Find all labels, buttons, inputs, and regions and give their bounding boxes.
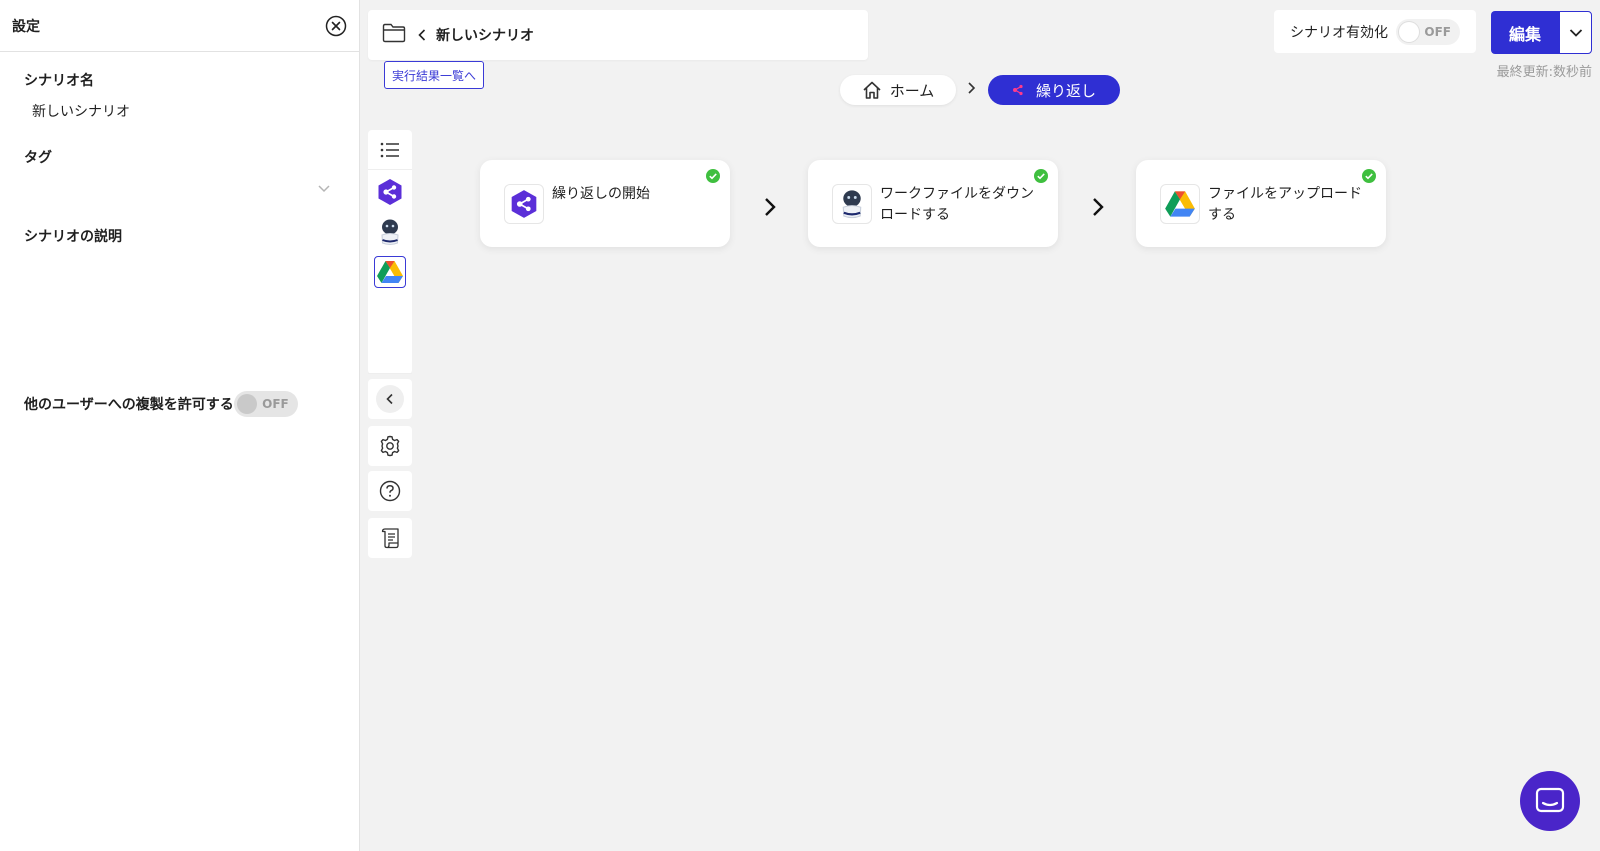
step-label: ワークファイルをダウンロードする	[880, 186, 1034, 223]
breadcrumb-home[interactable]: ホーム	[840, 75, 956, 105]
toggle-state-text: OFF	[1424, 24, 1451, 39]
check-circle-icon	[1362, 169, 1376, 183]
flow-arrow-icon	[762, 196, 778, 218]
list-icon	[380, 142, 399, 157]
scenario-name-field[interactable]: 新しいシナリオ	[32, 101, 130, 121]
list-view-button[interactable]	[368, 130, 412, 170]
help-icon	[379, 480, 401, 502]
folder-icon[interactable]	[382, 23, 406, 47]
scenario-title: 新しいシナリオ	[436, 28, 534, 44]
step-label: ファイルをアップロードする	[1208, 186, 1362, 223]
chat-icon	[1535, 787, 1565, 813]
settings-title: 設定	[12, 18, 40, 35]
scenario-title-bar: 新しいシナリオ	[368, 10, 868, 60]
breadcrumb-current-label: 繰り返し	[1035, 81, 1096, 100]
settings-header: 設定	[0, 0, 359, 52]
robot-icon	[381, 219, 399, 245]
flow-arrow-icon	[1090, 196, 1106, 218]
mini-step-google-drive[interactable]	[374, 256, 406, 288]
google-drive-icon	[1165, 191, 1195, 217]
breadcrumb-separator-icon	[966, 80, 978, 94]
mini-step-loop-start[interactable]	[374, 176, 406, 208]
loop-start-icon	[511, 190, 537, 218]
step-navigator	[368, 130, 412, 374]
breadcrumb-current-loop[interactable]: 繰り返し	[988, 75, 1120, 105]
toggle-state-text: OFF	[262, 397, 289, 411]
settings-panel: 設定 シナリオ名 新しいシナリオ タグ シナリオの説明 他のユーザーへの複製を許…	[0, 0, 360, 851]
allow-copy-row: 他のユーザーへの複製を許可する OFF	[24, 391, 298, 417]
last-updated-text: 最終更新:数秒前	[1496, 65, 1592, 80]
step-icon-box	[832, 184, 872, 224]
back-chevron-icon[interactable]	[418, 29, 426, 41]
chevron-left-icon	[376, 385, 404, 413]
step-icon-box	[504, 184, 544, 224]
collapse-panel-button[interactable]	[368, 379, 412, 419]
scenario-enable-label: シナリオ有効化	[1290, 24, 1388, 41]
loop-share-icon	[1012, 84, 1023, 96]
step-card-upload-file[interactable]: ファイルをアップロードする	[1136, 160, 1386, 247]
step-card-download-work-file[interactable]: ワークファイルをダウンロードする	[808, 160, 1058, 247]
check-circle-icon	[706, 169, 720, 183]
tag-dropdown-chevron-icon[interactable]	[316, 180, 332, 196]
step-label: 繰り返しの開始	[552, 186, 650, 202]
mini-step-robot[interactable]	[374, 216, 406, 248]
scenario-name-label: シナリオ名	[24, 73, 94, 89]
allow-copy-label: 他のユーザーへの複製を許可する	[24, 397, 234, 413]
toolbar-divider	[368, 373, 412, 374]
chat-support-button[interactable]	[1520, 771, 1580, 831]
toggle-knob	[236, 394, 257, 414]
home-icon	[863, 81, 881, 99]
scenario-enable-toggle[interactable]: OFF	[1396, 18, 1460, 45]
close-icon[interactable]	[325, 15, 347, 37]
step-card-loop-start[interactable]: 繰り返しの開始	[480, 160, 730, 247]
breadcrumb-home-label: ホーム	[889, 81, 935, 100]
google-drive-icon	[377, 261, 403, 283]
tag-label: タグ	[24, 150, 52, 166]
settings-button[interactable]	[368, 426, 412, 466]
results-list-link[interactable]: 実行結果一覧へ	[384, 61, 485, 89]
log-button[interactable]	[368, 518, 412, 558]
help-button[interactable]	[368, 471, 412, 511]
description-label: シナリオの説明	[24, 229, 122, 245]
loop-start-icon	[378, 179, 402, 205]
check-circle-icon	[1034, 169, 1048, 183]
step-icon-box	[1160, 184, 1200, 224]
edit-button[interactable]: 編集	[1491, 11, 1559, 54]
scenario-enable-box: シナリオ有効化 OFF	[1274, 10, 1476, 53]
robot-icon	[842, 190, 862, 219]
gear-icon	[380, 435, 400, 457]
chevron-down-icon	[1569, 28, 1582, 37]
toggle-knob	[1399, 21, 1419, 42]
allow-copy-toggle[interactable]: OFF	[233, 391, 298, 417]
log-scroll-icon	[381, 528, 399, 549]
edit-dropdown-button[interactable]	[1559, 11, 1592, 54]
